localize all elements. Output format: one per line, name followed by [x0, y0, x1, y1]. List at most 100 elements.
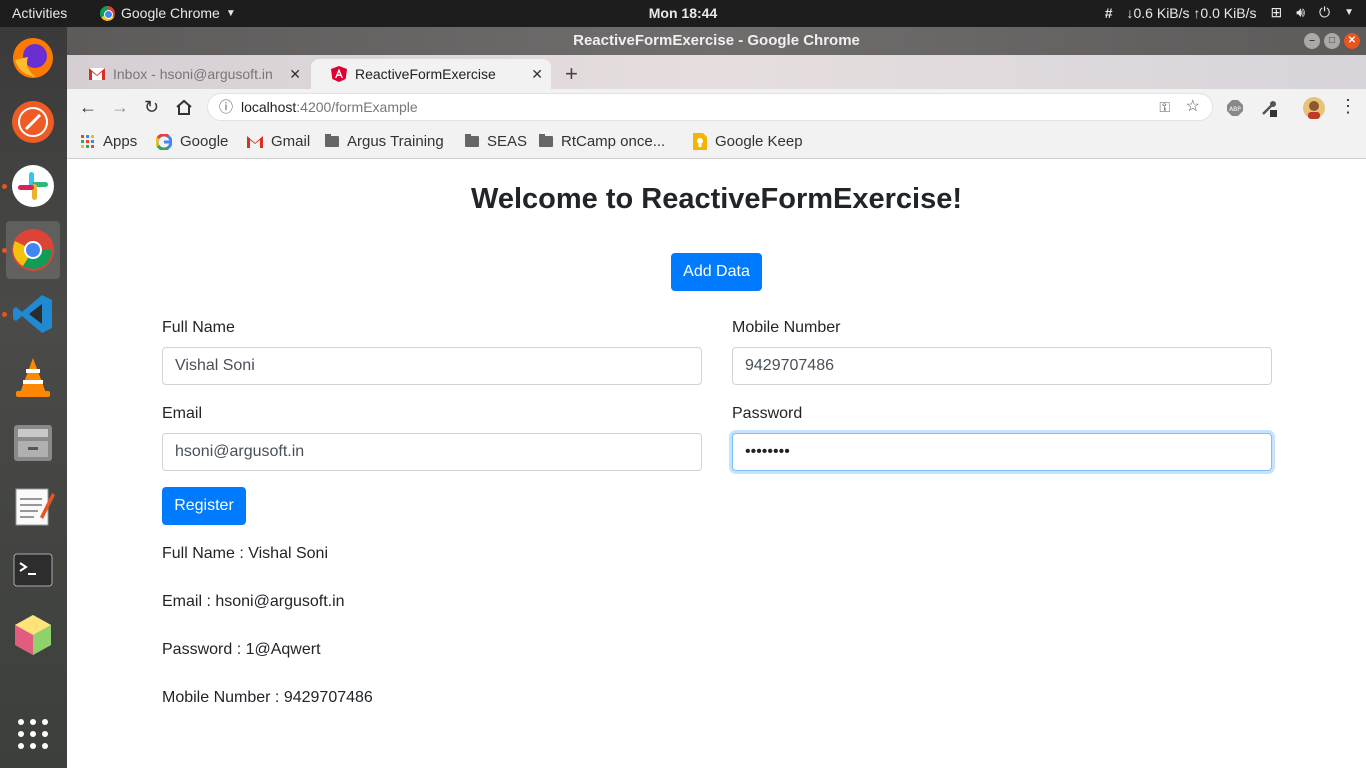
adblock-plus-icon[interactable]: ABP	[1226, 99, 1244, 117]
power-icon[interactable]: ⏻	[1319, 4, 1330, 21]
avatar[interactable]	[1303, 97, 1325, 119]
bookmark-argus-training[interactable]: Argus Training	[325, 133, 444, 150]
window-titlebar[interactable]: ReactiveFormExercise - Google Chrome – □…	[67, 27, 1366, 55]
bookmark-gmail[interactable]: Gmail	[247, 133, 310, 150]
email-label: Email	[162, 405, 203, 422]
full-name-field[interactable]: Vishal Soni	[162, 347, 702, 385]
bookmark-label: Gmail	[271, 133, 311, 150]
url-text: localhost:4200/formExample	[241, 94, 418, 120]
register-button[interactable]: Register	[162, 487, 246, 525]
dock-terminal[interactable]	[6, 541, 60, 599]
running-indicator	[2, 312, 7, 317]
network-icon[interactable]: ⊞	[1270, 4, 1282, 21]
running-indicator	[2, 248, 7, 253]
address-bar[interactable]: ⓘ localhost:4200/formExample ⚿ ☆	[207, 93, 1213, 121]
lightbulb-icon	[693, 133, 707, 150]
terminal-icon	[13, 553, 53, 587]
dock-files[interactable]	[6, 413, 60, 471]
bookmark-seas[interactable]: SEAS	[465, 133, 527, 150]
browser-chrome: Inbox - hsoni@argusoft.in ✕ ReactiveForm…	[67, 55, 1366, 159]
folder-icon	[325, 134, 339, 147]
dock-vscode[interactable]	[2, 285, 60, 343]
slack-tray-icon[interactable]: #	[1105, 5, 1113, 21]
dock-firefox[interactable]	[6, 29, 60, 87]
dock-postman[interactable]	[6, 93, 60, 151]
url-host: localhost	[241, 99, 297, 115]
slack-icon	[12, 165, 54, 207]
firefox-icon	[13, 38, 53, 78]
apps-grid-icon	[81, 134, 94, 148]
bookmarks-bar: Apps Google Gmail Argus Training SEAS Rt…	[67, 126, 1366, 159]
password-label: Password	[732, 405, 803, 422]
file-cabinet-icon	[14, 425, 52, 461]
new-tab-button[interactable]: +	[565, 61, 578, 87]
close-button[interactable]: ✕	[1344, 33, 1360, 49]
volume-icon[interactable]: 🔊︎	[1296, 4, 1305, 21]
bookmark-google-keep[interactable]: Google Keep	[693, 133, 803, 150]
info-icon[interactable]: ⓘ	[219, 94, 233, 120]
tab-title: Inbox - hsoni@argusoft.in	[113, 66, 273, 82]
page-content: Welcome to ReactiveFormExercise! Add Dat…	[67, 159, 1366, 768]
bookmark-label: Apps	[103, 133, 138, 150]
dock-slack[interactable]	[2, 157, 60, 215]
maximize-button[interactable]: □	[1324, 33, 1340, 49]
output-full-name: Full Name : Vishal Soni	[162, 545, 328, 562]
output-email: Email : hsoni@argusoft.in	[162, 593, 345, 610]
chrome-window: ReactiveFormExercise - Google Chrome – □…	[67, 27, 1366, 768]
chevron-down-icon[interactable]: ▼	[1344, 7, 1354, 18]
bookmark-label: Argus Training	[347, 133, 444, 150]
reload-icon[interactable]: ↻	[144, 97, 159, 118]
email-field[interactable]: hsoni@argusoft.in	[162, 433, 702, 471]
bookmark-apps[interactable]: Apps	[81, 133, 137, 150]
add-data-button[interactable]: Add Data	[671, 253, 762, 291]
tab-strip: Inbox - hsoni@argusoft.in ✕ ReactiveForm…	[67, 55, 1366, 89]
close-tab-icon[interactable]: ✕	[531, 66, 543, 83]
angular-icon	[331, 66, 347, 82]
folder-icon	[539, 134, 553, 147]
show-applications[interactable]	[6, 705, 60, 763]
star-icon[interactable]: ☆	[1186, 94, 1200, 120]
bookmark-label: SEAS	[487, 133, 528, 150]
gmail-icon	[247, 135, 263, 148]
network-speed: ↓0.6 KiB/s ↑0.0 KiB/s	[1126, 4, 1257, 21]
page-title: Welcome to ReactiveFormExercise!	[470, 183, 963, 215]
dock-text-editor[interactable]	[6, 477, 60, 535]
eyedropper-extension-icon[interactable]	[1260, 99, 1278, 117]
bookmark-google[interactable]: Google	[156, 133, 228, 150]
bookmark-label: Google Keep	[715, 133, 803, 150]
dock-vlc[interactable]	[6, 349, 60, 407]
vlc-icon	[16, 358, 50, 397]
dock-chrome[interactable]	[2, 221, 60, 279]
chrome-icon	[12, 229, 54, 271]
bookmark-label: RtCamp once...	[561, 133, 666, 150]
dock	[0, 27, 67, 768]
gmail-icon	[89, 68, 105, 80]
url-path: :4200/formExample	[296, 99, 418, 115]
home-icon[interactable]	[175, 99, 193, 116]
text-editor-icon	[15, 488, 55, 526]
folder-icon	[465, 134, 479, 147]
back-arrow-icon[interactable]: ←	[79, 97, 97, 118]
forward-arrow-icon[interactable]: →	[111, 97, 129, 118]
mobile-number-label: Mobile Number	[732, 319, 841, 336]
kebab-menu-icon[interactable]: ⋮	[1339, 96, 1357, 117]
bookmark-rtcamp[interactable]: RtCamp once...	[539, 133, 665, 150]
system-tray[interactable]: # ↓0.6 KiB/s ↑0.0 KiB/s ⊞ 🔊︎ ⏻ ▼	[1105, 4, 1354, 21]
key-icon[interactable]: ⚿	[1159, 94, 1170, 120]
password-field[interactable]: ••••••••	[732, 433, 1272, 471]
bookmark-label: Google	[180, 133, 229, 150]
running-indicator	[2, 184, 7, 189]
google-icon	[156, 133, 172, 150]
svg-text:ABP: ABP	[1229, 106, 1241, 113]
tab-reactiveformexercise[interactable]: ReactiveFormExercise ✕	[311, 59, 551, 89]
dock-virtualbox[interactable]	[6, 605, 60, 663]
mobile-number-field[interactable]: 9429707486	[732, 347, 1272, 385]
close-tab-icon[interactable]: ✕	[289, 66, 301, 83]
top-bar: Activities Google Chrome ▼ Mon 18:44 # ↓…	[0, 0, 1366, 27]
minimize-button[interactable]: –	[1304, 33, 1320, 49]
full-name-label: Full Name	[162, 319, 235, 336]
tab-inbox[interactable]: Inbox - hsoni@argusoft.in ✕	[69, 59, 309, 89]
tab-title: ReactiveFormExercise	[355, 66, 496, 82]
output-mobile-number: Mobile Number : 9429707486	[162, 689, 373, 706]
app-grid-icon	[18, 719, 48, 749]
